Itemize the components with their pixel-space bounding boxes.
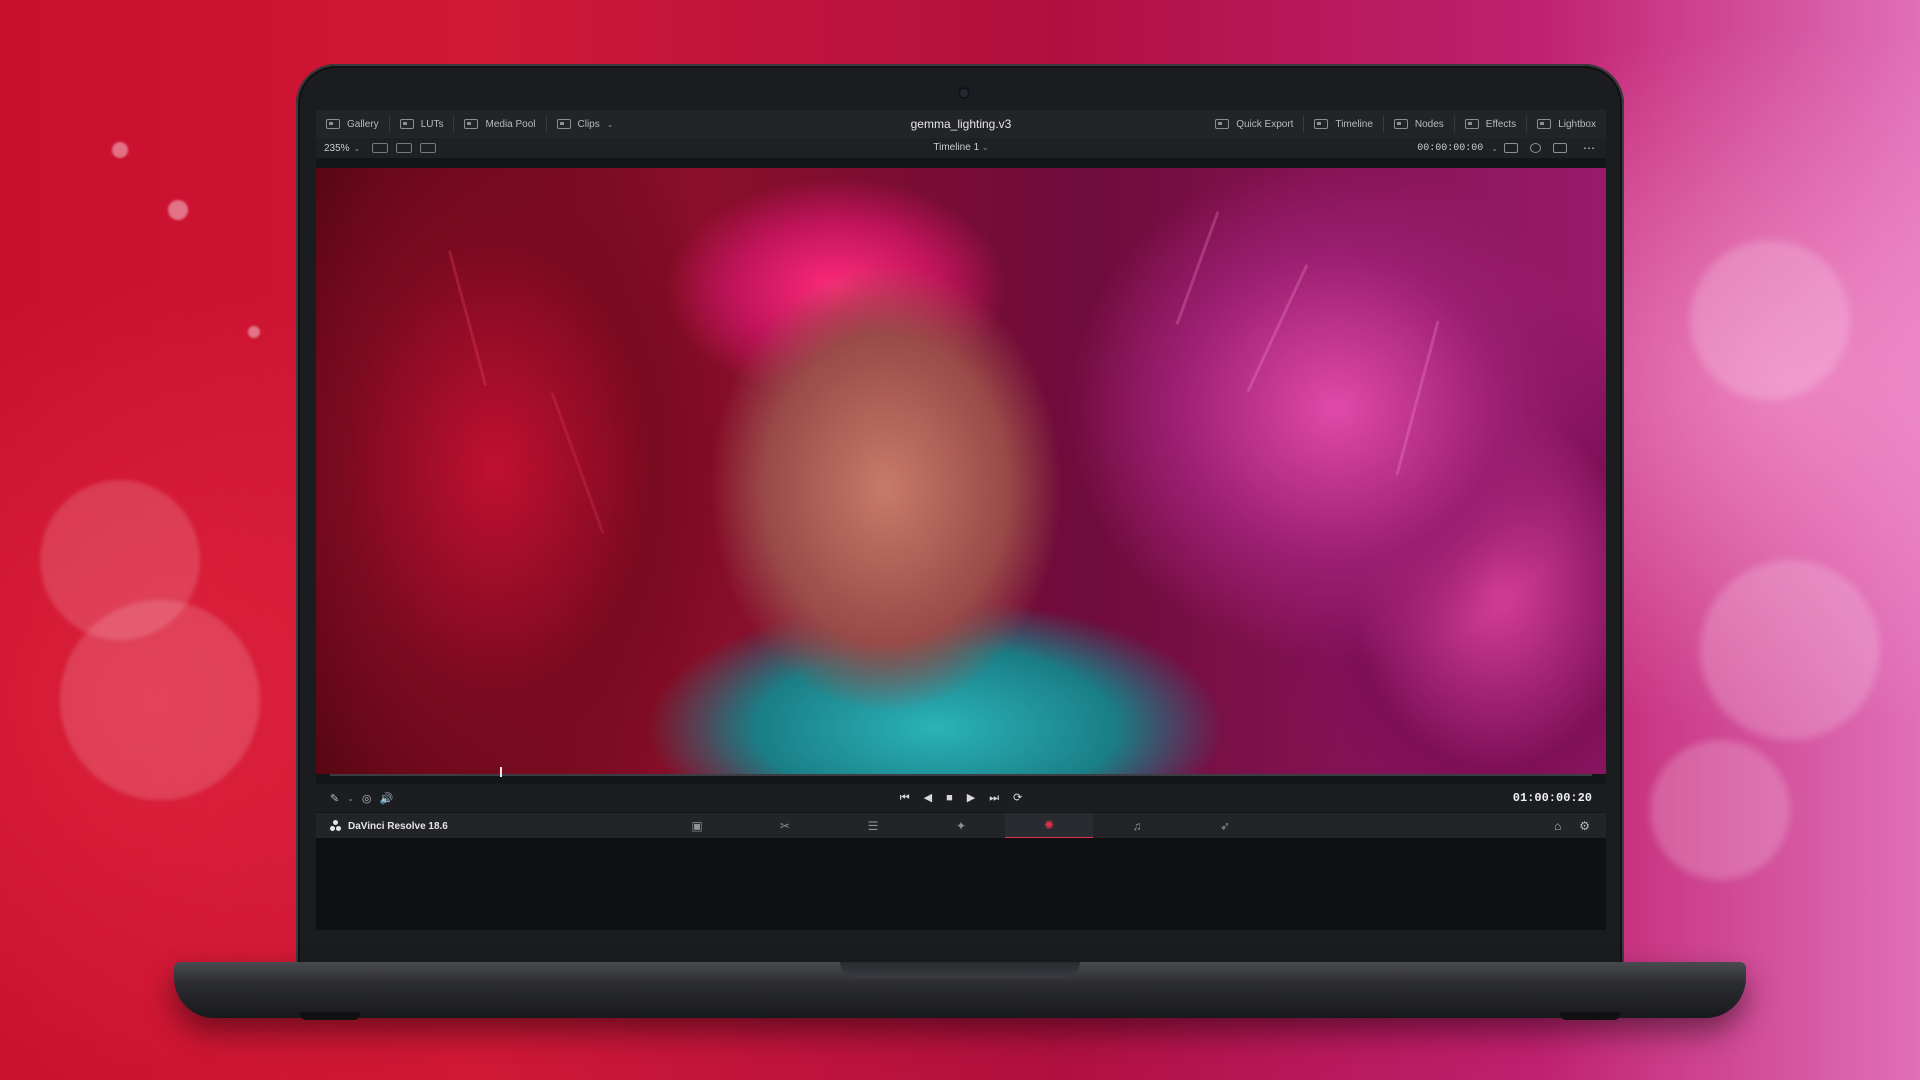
quick-export-label: Quick Export [1236,118,1294,130]
screen-bezel [316,838,1606,930]
video-viewer[interactable] [316,158,1606,784]
bokeh-light [1690,240,1850,400]
timeline-button[interactable]: Timeline [1304,110,1382,138]
chevron-down-icon[interactable]: ⌄ [1491,144,1498,153]
app-window: Gallery LUTs Media Pool Clips ⌄ gemma_li… [316,110,1606,930]
playhead[interactable] [500,767,502,777]
luts-button[interactable]: LUTs [390,110,454,138]
laptop-notch [840,962,1080,978]
fur-texture [550,392,605,534]
viewer-frame [316,168,1606,774]
luts-icon [399,119,414,129]
nodes-icon [1393,119,1408,129]
split-viewer-icon[interactable] [396,143,413,153]
chevron-down-icon: ⌄ [353,143,361,153]
gallery-icon [326,119,340,129]
transport-bar: ✎ ⌄ ◎ 🔊 ⏮ ◀ ■ ▶ ⏭ ⟳ 01:00:00:20 [316,784,1606,812]
laptop-foot [1560,1012,1620,1020]
effects-label: Effects [1485,118,1517,130]
timeline-label: Timeline [1335,118,1373,130]
page-tabs: ▣ ✂ ☰ ✦ ✺ ♫ ➶ [316,813,1606,839]
fur-texture [1395,320,1440,476]
camera-icon [960,89,968,97]
tab-color[interactable]: ✺ [1005,813,1093,839]
lightbox-icon [1537,119,1552,129]
quick-export-button[interactable]: Quick Export [1205,110,1303,138]
nodes-button[interactable]: Nodes [1384,110,1454,138]
single-viewer-icon[interactable] [372,143,389,153]
bokeh-light [112,142,128,158]
bokeh-light [1650,740,1790,880]
current-timecode[interactable]: 01:00:00:20 [1513,784,1592,812]
edit-page-icon: ☰ [867,819,879,833]
media-page-icon: ▣ [691,819,703,833]
fur-texture [1246,263,1309,393]
tab-cut[interactable]: ✂ [741,813,829,839]
chevron-down-icon: ⌄ [606,119,614,129]
clips-label: Clips [577,118,600,130]
gallery-button[interactable]: Gallery [316,110,389,138]
media-pool-button[interactable]: Media Pool [454,110,545,138]
fur-texture [447,249,488,387]
lightbox-label: Lightbox [1558,118,1596,130]
play-reverse-button[interactable]: ◀ [924,784,932,812]
source-timecode[interactable]: 00:00:00:00 [1417,143,1491,154]
top-toolbar: Gallery LUTs Media Pool Clips ⌄ gemma_li… [316,110,1606,139]
more-options-icon[interactable]: ⋯ [1573,141,1606,155]
timeline-selector[interactable]: Timeline 1 ⌄ [316,138,1606,158]
loop-button[interactable]: ⟳ [1013,784,1022,812]
media-pool-label: Media Pool [485,118,536,130]
timeline-name: Timeline 1 [933,142,980,153]
zoom-dropdown[interactable]: 235% ⌄ [316,143,368,154]
chevron-down-icon: ⌄ [981,143,989,152]
top-toolbar-right: Quick Export Timeline Nodes Effects Ligh… [1205,110,1606,138]
bokeh-light [60,600,260,800]
tab-edit[interactable]: ☰ [829,813,917,839]
clips-button[interactable]: Clips ⌄ [547,110,624,138]
bokeh-light [168,200,188,220]
compare-viewer-icon[interactable] [420,143,437,153]
effects-button[interactable]: Effects [1455,110,1526,138]
nodes-label: Nodes [1414,118,1444,130]
play-button[interactable]: ▶ [967,784,975,812]
color-page-icon: ✺ [1043,818,1055,832]
fur-texture [1175,211,1220,325]
zoom-value: 235% [324,142,350,154]
deliver-page-icon: ➶ [1219,819,1231,833]
skip-to-start-button[interactable]: ⏮ [900,784,910,812]
laptop-foot [300,1012,360,1020]
bokeh-light [1700,560,1880,740]
page-navigation-bar: DaVinci Resolve 18.6 ▣ ✂ ☰ ✦ ✺ ♫ ➶ ⌂ ⚙ [316,812,1606,839]
luts-label: LUTs [420,118,444,130]
playback-controls: ⏮ ◀ ■ ▶ ⏭ ⟳ [316,784,1606,812]
tab-media[interactable]: ▣ [653,813,741,839]
tab-deliver[interactable]: ➶ [1181,813,1269,839]
stop-button[interactable]: ■ [946,784,953,812]
color-picker-icon[interactable] [1530,143,1541,153]
fairlight-page-icon: ♫ [1132,819,1142,833]
lightbox-button[interactable]: Lightbox [1527,110,1606,138]
display-options-icon[interactable] [1504,143,1518,153]
tab-fusion[interactable]: ✦ [917,813,1005,839]
timeline-scrubber[interactable] [330,774,1592,776]
skip-to-end-button[interactable]: ⏭ [989,784,999,812]
media-pool-icon [464,119,479,129]
timeline-icon [1314,119,1329,129]
tab-fairlight[interactable]: ♫ [1093,813,1181,839]
fusion-page-icon: ✦ [955,819,967,833]
clips-icon [556,119,571,129]
viewer-toolbar: 235% ⌄ Timeline 1 ⌄ 00:00:00:00 ⌄ ⋯ [316,138,1606,159]
export-icon [1215,119,1230,129]
cut-page-icon: ✂ [779,819,791,833]
fullscreen-icon[interactable] [1553,143,1567,153]
gallery-label: Gallery [347,118,379,130]
fx-icon [1464,119,1479,129]
bokeh-light [248,326,260,338]
